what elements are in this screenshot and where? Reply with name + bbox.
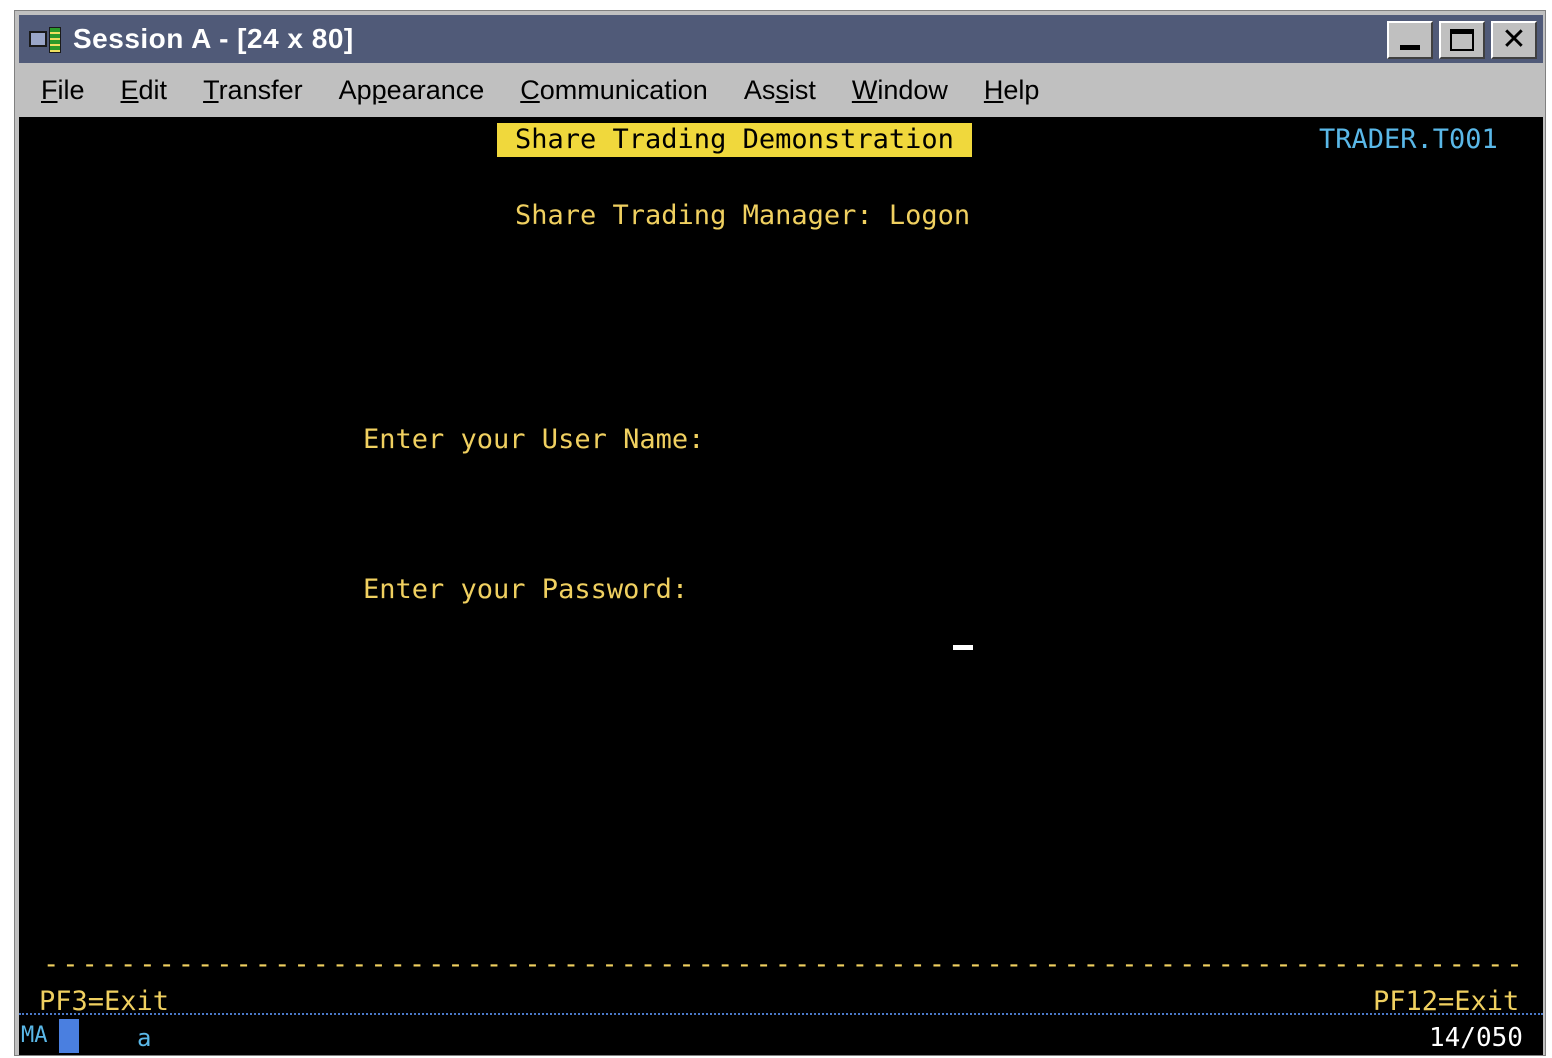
text-cursor (953, 645, 973, 650)
screen-divider: ----------------------------------------… (43, 949, 1523, 980)
minimize-icon (1400, 45, 1420, 50)
menu-assist[interactable]: Assist (744, 75, 816, 106)
menu-transfer[interactable]: Transfer (203, 75, 303, 106)
pf12-key-label[interactable]: PF12=Exit (1373, 985, 1519, 1013)
screen-banner: Share Trading Demonstration (497, 123, 972, 157)
app-session-icon[interactable] (27, 25, 67, 53)
status-bar: MA a 14/050 (19, 1013, 1543, 1055)
maximize-button[interactable] (1439, 21, 1485, 59)
cursor-position: 14/050 (1429, 1023, 1523, 1053)
emulator-window: Session A - [24 x 80] ✕ File Edit Transf… (14, 10, 1546, 1056)
pf3-key-label[interactable]: PF3=Exit (39, 985, 169, 1013)
menu-window[interactable]: Window (852, 75, 948, 106)
menu-help[interactable]: Help (984, 75, 1040, 106)
menu-communication[interactable]: Communication (520, 75, 708, 106)
transaction-id: TRADER.T001 (1319, 124, 1498, 155)
input-mode-indicator: a (137, 1024, 152, 1052)
minimize-button[interactable] (1387, 21, 1433, 59)
close-icon: ✕ (1501, 22, 1527, 57)
password-label: Enter your Password: (363, 574, 689, 605)
menu-appearance[interactable]: Appearance (339, 75, 485, 106)
window-title: Session A - [24 x 80] (73, 23, 354, 54)
menu-edit[interactable]: Edit (121, 75, 168, 106)
terminal-screen[interactable]: Share Trading Demonstration TRADER.T001 … (19, 117, 1543, 1013)
session-indicator: MA (21, 1023, 48, 1048)
maximize-icon (1450, 29, 1474, 51)
close-button[interactable]: ✕ (1491, 21, 1537, 59)
title-bar[interactable]: Session A - [24 x 80] ✕ (19, 15, 1543, 63)
menu-file[interactable]: File (41, 75, 85, 106)
username-label: Enter your User Name: (363, 424, 705, 455)
menu-bar: File Edit Transfer Appearance Communicat… (19, 65, 1543, 115)
status-block (59, 1019, 79, 1053)
screen-subtitle: Share Trading Manager: Logon (515, 200, 971, 231)
